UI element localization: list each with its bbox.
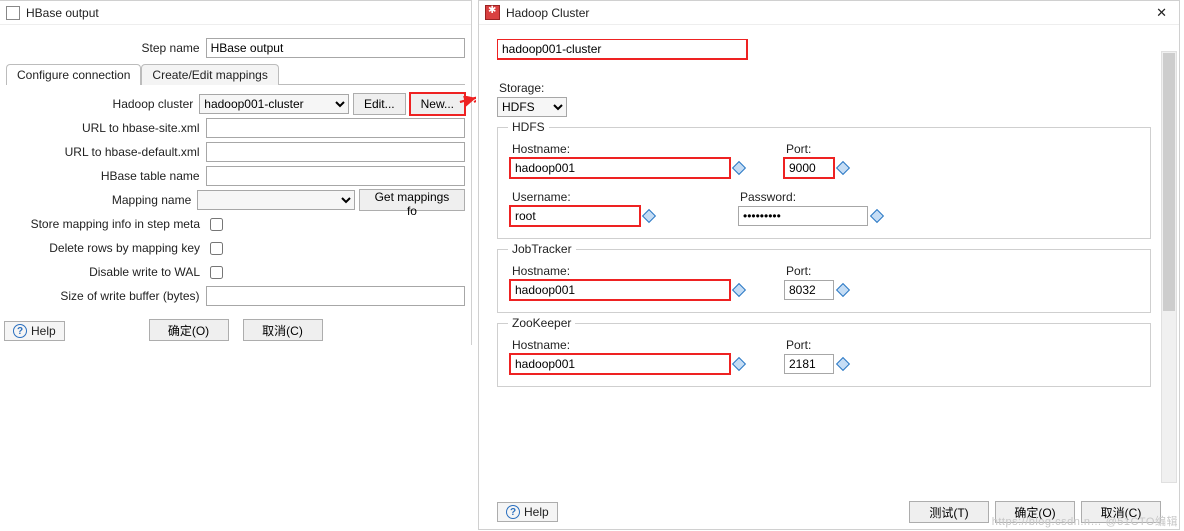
window-title: HBase output: [26, 6, 99, 20]
var-icon[interactable]: [870, 209, 884, 223]
hdfs-pass-label: Password:: [740, 190, 882, 204]
hadoop-cluster-select[interactable]: hadoop001-cluster: [199, 94, 349, 114]
hbase-output-dialog: HBase output Step name Configure connect…: [0, 0, 472, 345]
cancel-button[interactable]: 取消(C): [1081, 501, 1161, 523]
zk-port-input[interactable]: [784, 354, 834, 374]
app-icon: [485, 5, 500, 20]
step-name-label: Step name: [6, 41, 206, 55]
help-button[interactable]: ? Help: [497, 502, 558, 522]
ok-button[interactable]: 确定(O): [149, 319, 229, 341]
mapping-name-select[interactable]: [197, 190, 355, 210]
hdfs-pass-input[interactable]: [738, 206, 868, 226]
disable-wal-label: Disable write to WAL: [6, 265, 206, 279]
ok-button[interactable]: 确定(O): [995, 501, 1075, 523]
var-icon[interactable]: [642, 209, 656, 223]
var-icon[interactable]: [732, 357, 746, 371]
jt-host-input[interactable]: [510, 280, 730, 300]
hdfs-user-label: Username:: [512, 190, 654, 204]
zk-host-input[interactable]: [510, 354, 730, 374]
cluster-name-input[interactable]: [497, 39, 747, 59]
hdfs-host-label: Hostname:: [512, 142, 744, 156]
jt-port-label: Port:: [786, 264, 848, 278]
url-default-label: URL to hbase-default.xml: [6, 145, 206, 159]
var-icon[interactable]: [836, 283, 850, 297]
var-icon[interactable]: [836, 161, 850, 175]
jt-port-input[interactable]: [784, 280, 834, 300]
hadoop-cluster-dialog: Hadoop Cluster ✕ Storage: HDFS HDFS Host…: [478, 0, 1180, 530]
var-icon[interactable]: [732, 283, 746, 297]
url-site-label: URL to hbase-site.xml: [6, 121, 206, 135]
table-name-input[interactable]: [206, 166, 465, 186]
zk-legend: ZooKeeper: [508, 316, 575, 330]
app-icon: [6, 6, 20, 20]
test-button[interactable]: 测试(T): [909, 501, 989, 523]
store-mapping-label: Store mapping info in step meta: [6, 217, 206, 231]
titlebar: HBase output: [0, 1, 471, 25]
jt-host-label: Hostname:: [512, 264, 744, 278]
write-buffer-input[interactable]: [206, 286, 465, 306]
window-title: Hadoop Cluster: [506, 6, 589, 20]
url-default-input[interactable]: [206, 142, 465, 162]
jobtracker-group: JobTracker Hostname: Port:: [497, 249, 1151, 313]
storage-select[interactable]: HDFS: [497, 97, 567, 117]
tab-create-edit-mappings[interactable]: Create/Edit mappings: [141, 64, 278, 85]
hdfs-host-input[interactable]: [510, 158, 730, 178]
delete-rows-checkbox[interactable]: [210, 242, 223, 255]
delete-rows-label: Delete rows by mapping key: [6, 241, 206, 255]
get-mappings-button[interactable]: Get mappings fo: [359, 189, 465, 211]
scrollbar-thumb[interactable]: [1163, 53, 1175, 311]
tabs: Configure connection Create/Edit mapping…: [6, 63, 465, 85]
scrollbar[interactable]: [1161, 51, 1177, 483]
storage-label: Storage:: [499, 81, 1151, 95]
tab-configure-connection[interactable]: Configure connection: [6, 64, 141, 85]
titlebar: Hadoop Cluster ✕: [479, 1, 1179, 25]
zookeeper-group: ZooKeeper Hostname: Port:: [497, 323, 1151, 387]
help-icon: ?: [13, 324, 27, 338]
help-button[interactable]: ? Help: [4, 321, 65, 341]
cancel-button[interactable]: 取消(C): [243, 319, 323, 341]
zk-host-label: Hostname:: [512, 338, 744, 352]
hdfs-legend: HDFS: [508, 120, 549, 134]
url-site-input[interactable]: [206, 118, 465, 138]
hdfs-user-input[interactable]: [510, 206, 640, 226]
new-button[interactable]: New...: [410, 93, 465, 115]
hdfs-group: HDFS Hostname: Port:: [497, 127, 1151, 239]
mapping-name-label: Mapping name: [6, 193, 197, 207]
hdfs-port-input[interactable]: [784, 158, 834, 178]
hadoop-cluster-label: Hadoop cluster: [6, 97, 199, 111]
help-label: Help: [524, 505, 549, 519]
var-icon[interactable]: [732, 161, 746, 175]
help-icon: ?: [506, 505, 520, 519]
disable-wal-checkbox[interactable]: [210, 266, 223, 279]
hdfs-port-label: Port:: [786, 142, 848, 156]
zk-port-label: Port:: [786, 338, 848, 352]
edit-button[interactable]: Edit...: [353, 93, 406, 115]
close-icon[interactable]: ✕: [1150, 5, 1173, 21]
write-buffer-label: Size of write buffer (bytes): [6, 289, 206, 303]
jt-legend: JobTracker: [508, 242, 576, 256]
var-icon[interactable]: [836, 357, 850, 371]
store-mapping-checkbox[interactable]: [210, 218, 223, 231]
step-name-input[interactable]: [206, 38, 465, 58]
table-name-label: HBase table name: [6, 169, 206, 183]
help-label: Help: [31, 324, 56, 338]
